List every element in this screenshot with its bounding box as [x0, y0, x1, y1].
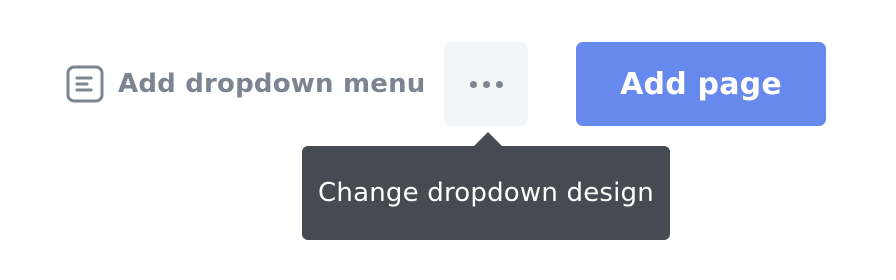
add-dropdown-menu-label: Add dropdown menu	[118, 69, 426, 99]
add-dropdown-menu-button[interactable]: Add dropdown menu	[66, 64, 426, 104]
more-options-button[interactable]	[444, 42, 528, 126]
more-dots-icon	[469, 80, 503, 88]
tooltip: Change dropdown design	[302, 146, 670, 240]
tooltip-arrow	[474, 132, 502, 146]
list-icon	[66, 65, 104, 103]
tooltip-text: Change dropdown design	[318, 178, 654, 208]
add-page-button[interactable]: Add page	[576, 42, 826, 126]
